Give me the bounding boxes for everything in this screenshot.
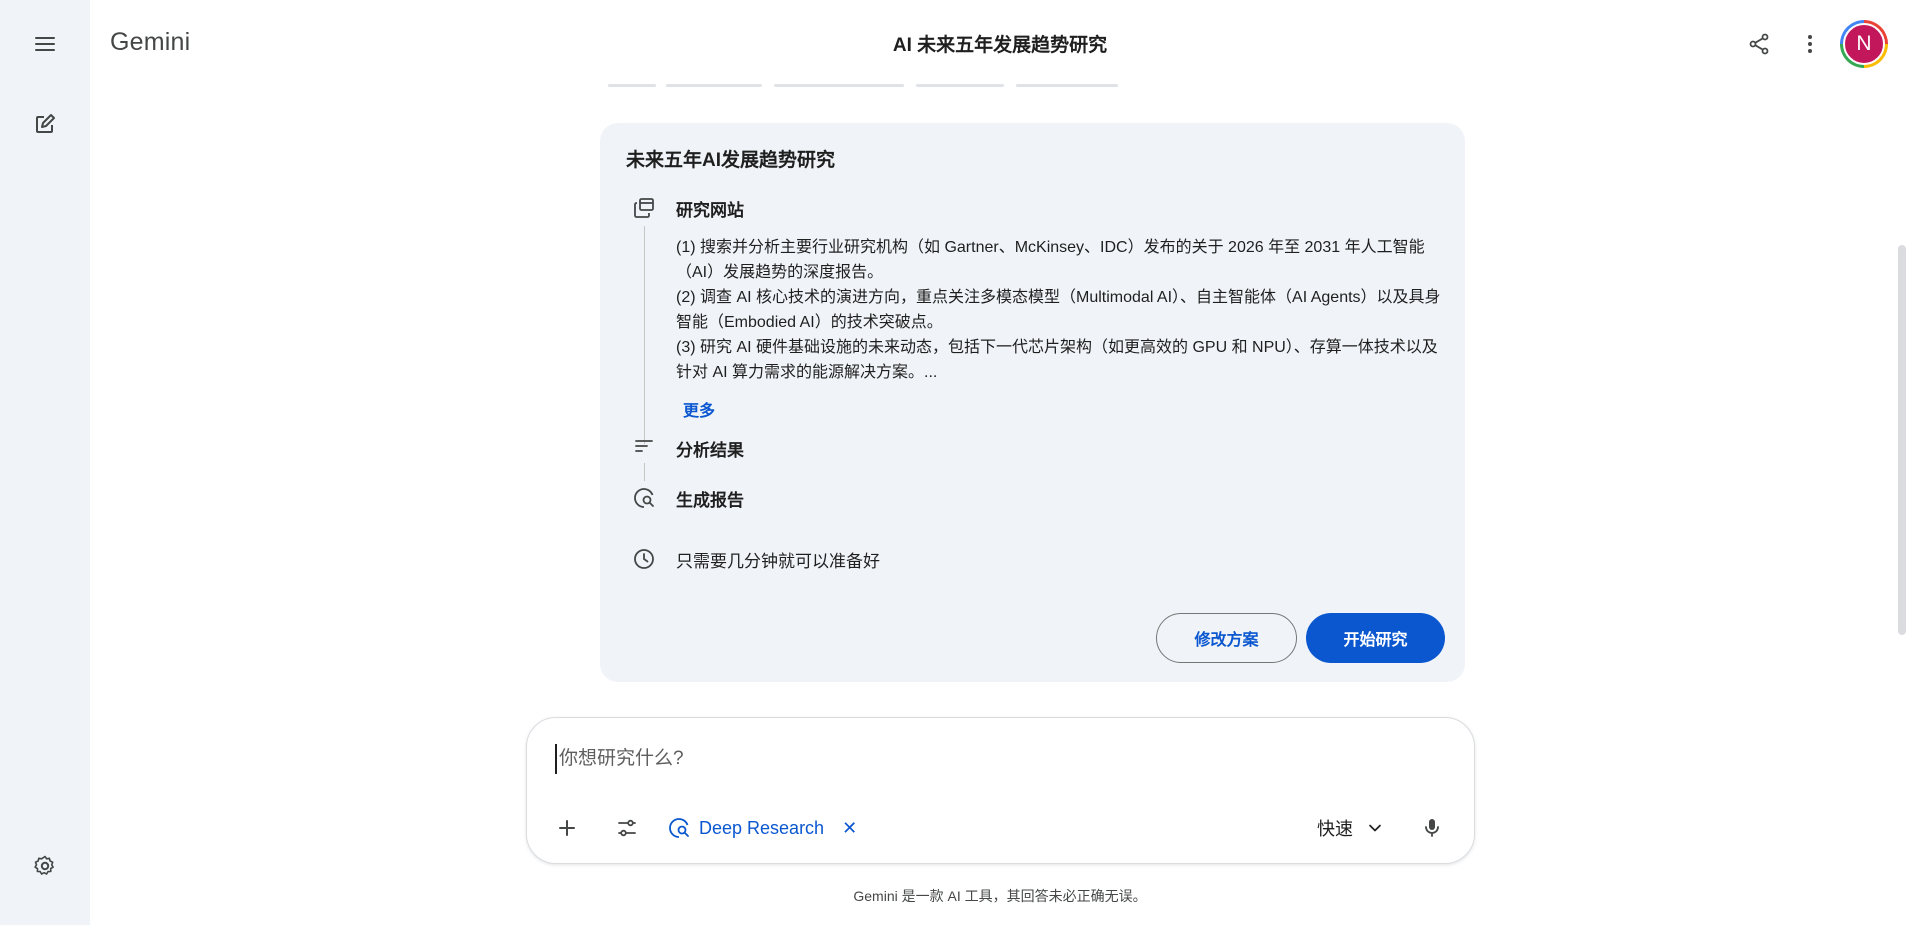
timeline-connector xyxy=(644,226,645,444)
step-label-generate-report: 生成报告 xyxy=(676,491,744,510)
disclaimer-text: Gemini 是一款 AI 工具，其回答未必正确无误。 xyxy=(853,888,1147,904)
edit-plan-button[interactable]: 修改方案 xyxy=(1156,613,1297,663)
web-pages-icon xyxy=(632,196,656,220)
plan-title: 未来五年AI发展趋势研究 xyxy=(626,150,836,171)
step-label-research-websites: 研究网站 xyxy=(676,201,744,220)
sort-lines-icon xyxy=(632,434,656,458)
avatar: N xyxy=(1843,23,1885,65)
prompt-input[interactable] xyxy=(555,744,1435,774)
scrollbar-thumb[interactable] xyxy=(1898,245,1906,635)
step-label-analyze-results: 分析结果 xyxy=(676,441,744,460)
clock-icon xyxy=(632,547,656,571)
deep-research-icon xyxy=(632,486,656,510)
share-button[interactable] xyxy=(1735,20,1783,68)
deep-research-chip-label: Deep Research xyxy=(699,817,825,838)
new-chat-button[interactable] xyxy=(21,100,69,148)
settings-button[interactable] xyxy=(21,842,69,890)
time-estimate: 只需要几分钟就可以准备好 xyxy=(676,552,880,571)
plan-detail-2: (2) 调查 AI 核心技术的演进方向，重点关注多模态模型（Multimodal… xyxy=(676,289,1441,331)
start-research-button[interactable]: 开始研究 xyxy=(1306,613,1445,663)
main-menu-button[interactable] xyxy=(21,20,69,68)
tune-sliders-icon xyxy=(618,819,636,837)
show-more-link[interactable]: 更多 xyxy=(683,397,715,421)
timeline-connector-2 xyxy=(644,463,645,481)
model-selector[interactable]: 快速 xyxy=(1317,810,1385,846)
previous-message-fragment xyxy=(608,78,1128,92)
plan-detail-3: (3) 研究 AI 硬件基础设施的未来动态，包括下一代芯片架构（如更高效的 GP… xyxy=(676,339,1438,381)
microphone-button[interactable] xyxy=(1412,808,1452,848)
gear-icon xyxy=(34,855,54,875)
share-icon xyxy=(1749,33,1769,55)
research-step-details: (1) 搜索并分析主要行业研究机构（如 Gartner、McKinsey、IDC… xyxy=(676,235,1446,385)
chevron-down-icon xyxy=(1369,824,1381,832)
hamburger-menu-icon xyxy=(35,37,55,51)
microphone-icon xyxy=(1425,819,1439,837)
deep-research-icon xyxy=(669,818,689,838)
conversation-title-wrap: AI 未来五年发展趋势研究 xyxy=(0,30,1910,57)
deep-research-chip[interactable]: Deep Research ✕ xyxy=(667,810,857,846)
brand-logo-text[interactable]: Gemini xyxy=(110,28,190,57)
research-plan-card: 未来五年AI发展趋势研究 研究网站 (1) 搜索并分析主要行业研究机构（如 Ga… xyxy=(600,123,1465,682)
add-attachment-button[interactable] xyxy=(547,808,587,848)
plus-icon xyxy=(559,820,575,836)
conversation-title[interactable]: AI 未来五年发展趋势研究 xyxy=(893,35,1107,56)
more-vertical-icon xyxy=(1808,35,1812,53)
side-rail xyxy=(0,0,90,925)
model-label: 快速 xyxy=(1317,819,1353,839)
prompt-composer: Deep Research ✕ 快速 xyxy=(526,717,1475,864)
plan-detail-1: (1) 搜索并分析主要行业研究机构（如 Gartner、McKinsey、IDC… xyxy=(676,239,1425,281)
more-options-button[interactable] xyxy=(1786,20,1834,68)
edit-square-icon xyxy=(36,114,55,133)
account-avatar-button[interactable]: N xyxy=(1840,20,1888,68)
tools-button[interactable] xyxy=(607,808,647,848)
close-icon[interactable]: ✕ xyxy=(842,818,857,839)
